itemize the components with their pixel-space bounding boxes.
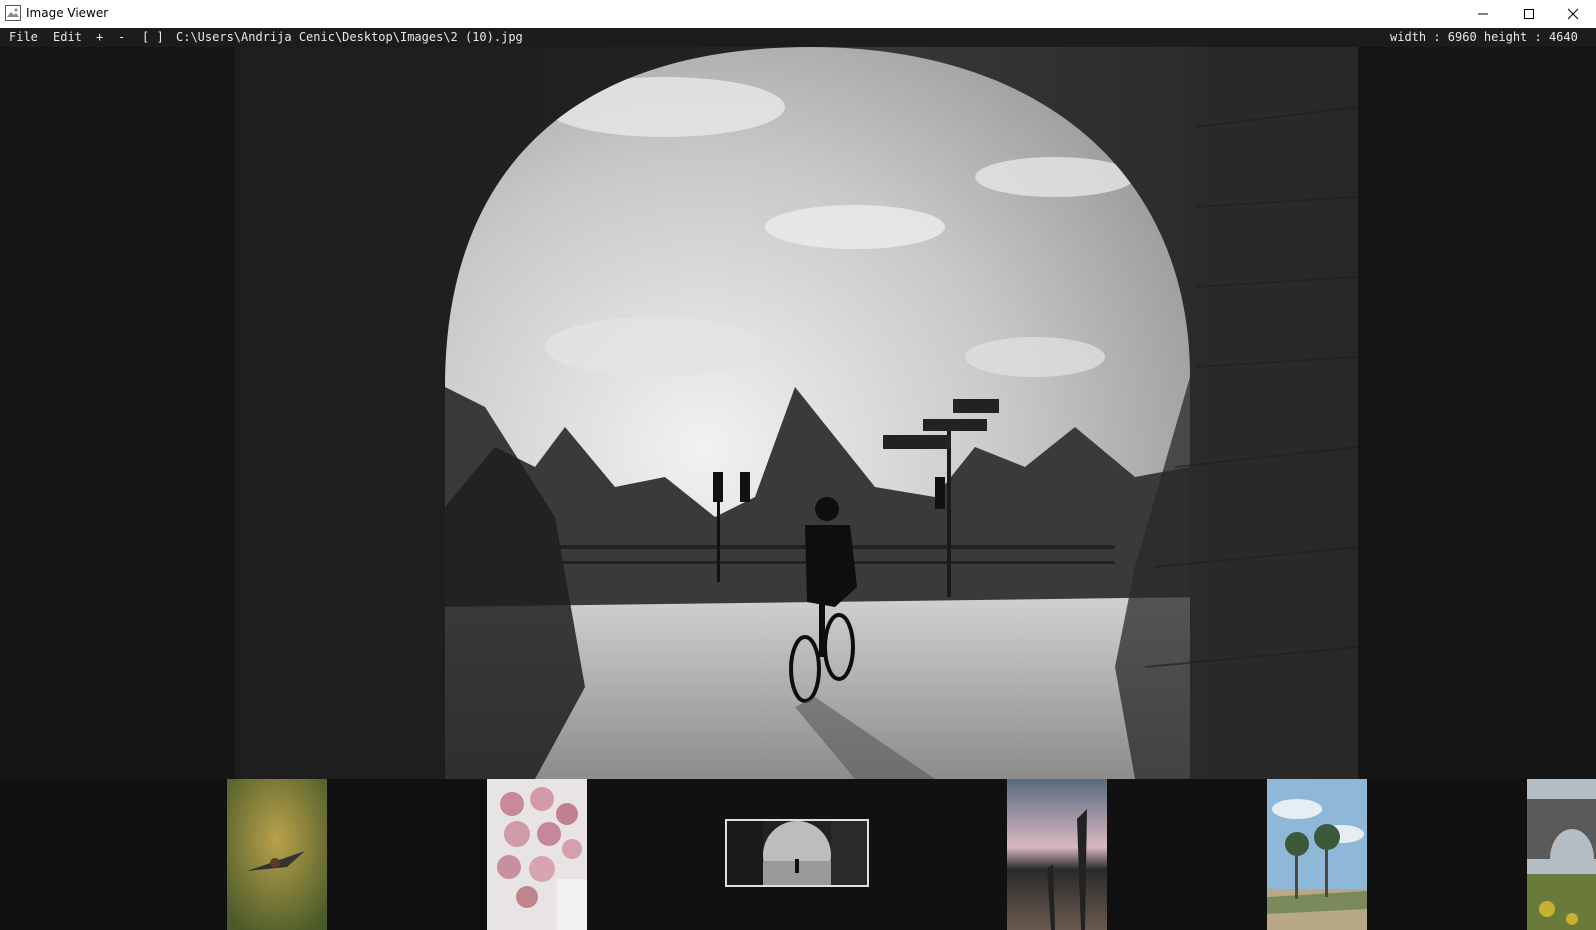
main-image xyxy=(235,47,1358,779)
thumbnail-bridge-selected[interactable] xyxy=(725,819,869,887)
maximize-button[interactable] xyxy=(1506,0,1552,28)
image-viewport[interactable] xyxy=(0,47,1596,779)
zoom-out-button[interactable]: - xyxy=(118,28,125,47)
thumbnail-lake-sunset[interactable] xyxy=(1007,779,1107,930)
file-path: C:\Users\Andrija Cenic\Desktop\Images\2 … xyxy=(176,30,523,44)
image-dimensions: width : 6960 height : 4640 xyxy=(1390,30,1578,44)
minimize-button[interactable] xyxy=(1460,0,1506,28)
menu-file[interactable]: File xyxy=(9,28,38,47)
menu-bar: File Edit + - [ ] C:\Users\Andrija Cenic… xyxy=(0,28,1596,47)
maximize-icon xyxy=(1524,9,1534,19)
thumbnail-palm-trees[interactable] xyxy=(1267,779,1367,930)
minimize-icon xyxy=(1478,13,1488,15)
close-icon xyxy=(1567,8,1579,20)
thumbnail-roses[interactable] xyxy=(487,779,587,930)
window-title: Image Viewer xyxy=(26,6,109,20)
close-button[interactable] xyxy=(1550,0,1596,28)
title-bar: Image Viewer xyxy=(0,0,1596,28)
thumbnail-strip xyxy=(0,779,1596,930)
thumbnail-stone-bridge[interactable] xyxy=(1527,779,1596,930)
thumbnail-hummingbird[interactable] xyxy=(227,779,327,930)
fit-to-window-button[interactable]: [ ] xyxy=(142,28,164,47)
zoom-in-button[interactable]: + xyxy=(96,28,103,47)
image-icon xyxy=(5,5,21,21)
menu-edit[interactable]: Edit xyxy=(53,28,82,47)
